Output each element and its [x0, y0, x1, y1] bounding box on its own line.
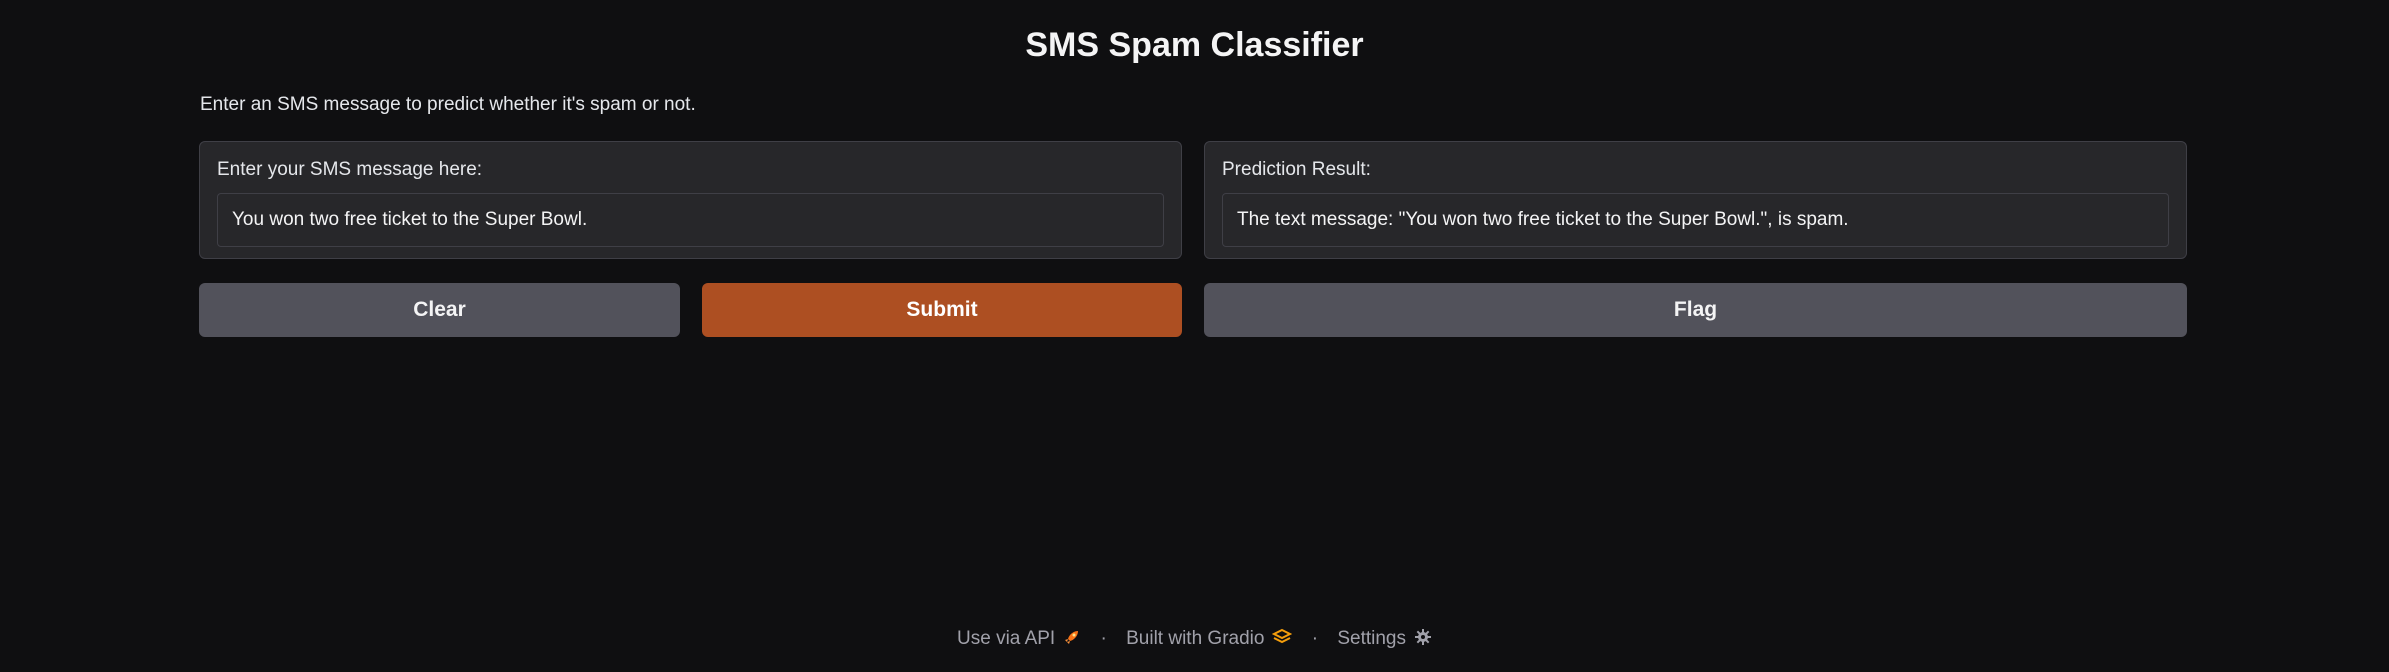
footer-separator: ·	[1100, 628, 1107, 649]
gear-icon	[1415, 629, 1431, 645]
prediction-result-field[interactable]: The text message: "You won two free tick…	[1222, 193, 2169, 247]
flag-button[interactable]: Flag	[1204, 283, 2187, 337]
app-container: SMS Spam Classifier Enter an SMS message…	[0, 0, 2389, 672]
output-panel: Prediction Result: The text message: "Yo…	[1204, 141, 2187, 259]
input-label: Enter your SMS message here:	[217, 159, 483, 180]
gradio-logo-icon	[1272, 628, 1293, 644]
footer-separator: ·	[1311, 628, 1319, 649]
clear-button[interactable]: Clear	[199, 283, 680, 337]
output-label: Prediction Result:	[1222, 159, 1371, 180]
built-with-gradio-label: Built with Gradio	[1126, 628, 1265, 649]
settings-link[interactable]: Settings	[1337, 628, 1432, 649]
settings-label: Settings	[1337, 628, 1406, 649]
submit-button[interactable]: Submit	[702, 283, 1182, 337]
rocket-icon	[1065, 631, 1079, 644]
use-via-api-link[interactable]: Use via API	[957, 628, 1087, 649]
footer: Use via API · Built with Gradio · Settin…	[0, 626, 2389, 652]
use-via-api-label: Use via API	[957, 628, 1056, 649]
page-description: Enter an SMS message to predict whether …	[200, 94, 696, 115]
input-panel: Enter your SMS message here:	[199, 141, 1182, 259]
built-with-gradio-link[interactable]: Built with Gradio	[1126, 628, 1298, 649]
sms-message-input[interactable]	[217, 193, 1164, 247]
page-title: SMS Spam Classifier	[1025, 26, 1364, 64]
